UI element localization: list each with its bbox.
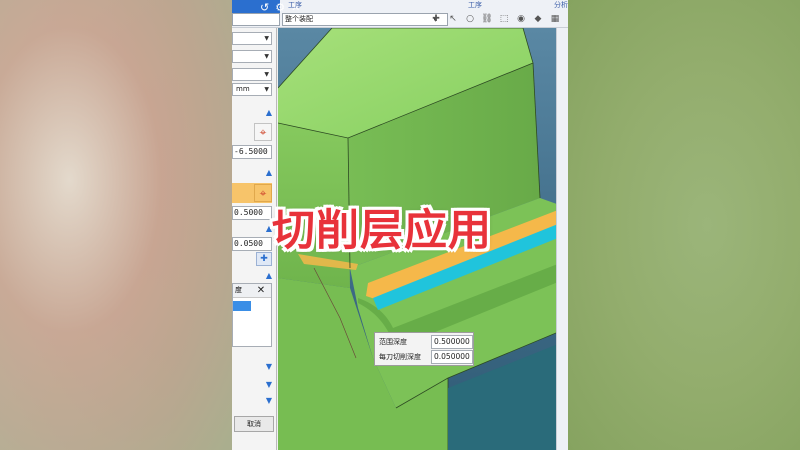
tab-analysis[interactable]: 分析 [554, 0, 568, 10]
depth-per-cut-row: 每刀切削深度 0.050000 [377, 350, 473, 364]
crosshair-icon: ⌖ [259, 125, 267, 139]
filter-dropdown[interactable] [232, 13, 280, 26]
add-icon: ✚ [260, 254, 268, 264]
ribbon-tabs: 工序 工序 分析 [232, 0, 568, 10]
add-range-button[interactable]: ✚ [256, 252, 272, 266]
chevron-down-icon: ▼ [264, 86, 269, 93]
range-list[interactable]: 度 ✕ [232, 283, 272, 347]
expand-chevron-icon[interactable]: ▼ [266, 396, 272, 405]
view-icon[interactable]: ◉ [515, 13, 527, 26]
chevron-down-icon: ▼ [264, 35, 269, 42]
tab-operation[interactable]: 工序 [288, 0, 302, 10]
delete-icon[interactable]: ✕ [253, 285, 269, 297]
right-resource-bar [556, 28, 568, 450]
depth-per-cut-label: 每刀切削深度 [379, 353, 421, 361]
cube-icon[interactable]: ◆ [532, 13, 544, 26]
expand-chevron-icon[interactable]: ▼ [266, 380, 272, 389]
assembly-scope-dropdown[interactable]: 整个装配 ▼ [282, 13, 448, 26]
tab-operation-2[interactable]: 工序 [468, 0, 482, 10]
depth-per-cut-field[interactable]: 0.0500 [232, 237, 272, 251]
section-chevron-icon[interactable]: ▲ [266, 271, 272, 280]
chevron-down-icon: ▼ [264, 71, 269, 78]
crosshair-icon: ⌖ [259, 186, 267, 200]
level-dropdown[interactable]: ▼ [232, 68, 272, 81]
type-dropdown[interactable]: ▼ [232, 32, 272, 45]
video-caption-title: 切削层应用 [272, 206, 492, 256]
unit-value: mm [236, 85, 250, 93]
chevron-down-icon: ▼ [264, 53, 269, 60]
point-snap-icon[interactable]: ✚ [430, 13, 442, 26]
section-chevron-icon[interactable]: ▲ [266, 108, 272, 117]
pick-point-button[interactable]: ⌖ [254, 123, 272, 141]
blurred-background-left [0, 0, 232, 450]
range-depth-label: 范围深度 [379, 338, 407, 346]
select-icon[interactable]: ↖ [447, 13, 459, 26]
depth-per-cut-input[interactable]: 0.050000 [431, 350, 473, 364]
circle-icon[interactable]: ○ [464, 13, 476, 26]
cancel-button[interactable]: 取消 [234, 416, 274, 432]
section-chevron-icon[interactable]: ▲ [266, 168, 272, 177]
chain-icon[interactable]: ⛓ [481, 13, 493, 26]
box-select-icon[interactable]: ⬚ [498, 13, 510, 26]
cut-depth-popup: 范围深度 0.500000 每刀切削深度 0.050000 [374, 332, 474, 366]
range-dropdown[interactable]: ▼ [232, 50, 272, 63]
top-toolbar: ↺ ⚙ ✕ 工序 工序 分析 整个装配 ▼ ✚ ↖ ○ ⛓ ⬚ ◉ ◆ ▦ [232, 0, 568, 28]
grid-icon[interactable]: ▦ [549, 13, 561, 26]
unit-dropdown[interactable]: mm ▼ [232, 83, 272, 96]
list-row-selected[interactable] [233, 301, 251, 311]
range-depth-field[interactable]: 0.5000 [232, 206, 272, 220]
assembly-scope-value: 整个装配 [285, 15, 313, 23]
pick-range-button[interactable]: ⌖ [254, 184, 272, 202]
range-depth-input[interactable]: 0.500000 [431, 335, 473, 349]
cut-level-dialog: ▲ ▼ ▼ ▼ mm ▼ ▲ ⌖ -6.5000 ▲ ⌖ 0.5000 ▲ 0.… [232, 28, 277, 450]
expand-chevron-icon[interactable]: ▼ [266, 362, 272, 371]
top-level-field[interactable]: -6.5000 [232, 145, 272, 159]
blurred-background-right [568, 0, 800, 450]
range-depth-row: 范围深度 0.500000 [377, 335, 473, 349]
snap-toolbar: ✚ ↖ ○ ⛓ ⬚ ◉ ◆ ▦ [430, 13, 561, 26]
